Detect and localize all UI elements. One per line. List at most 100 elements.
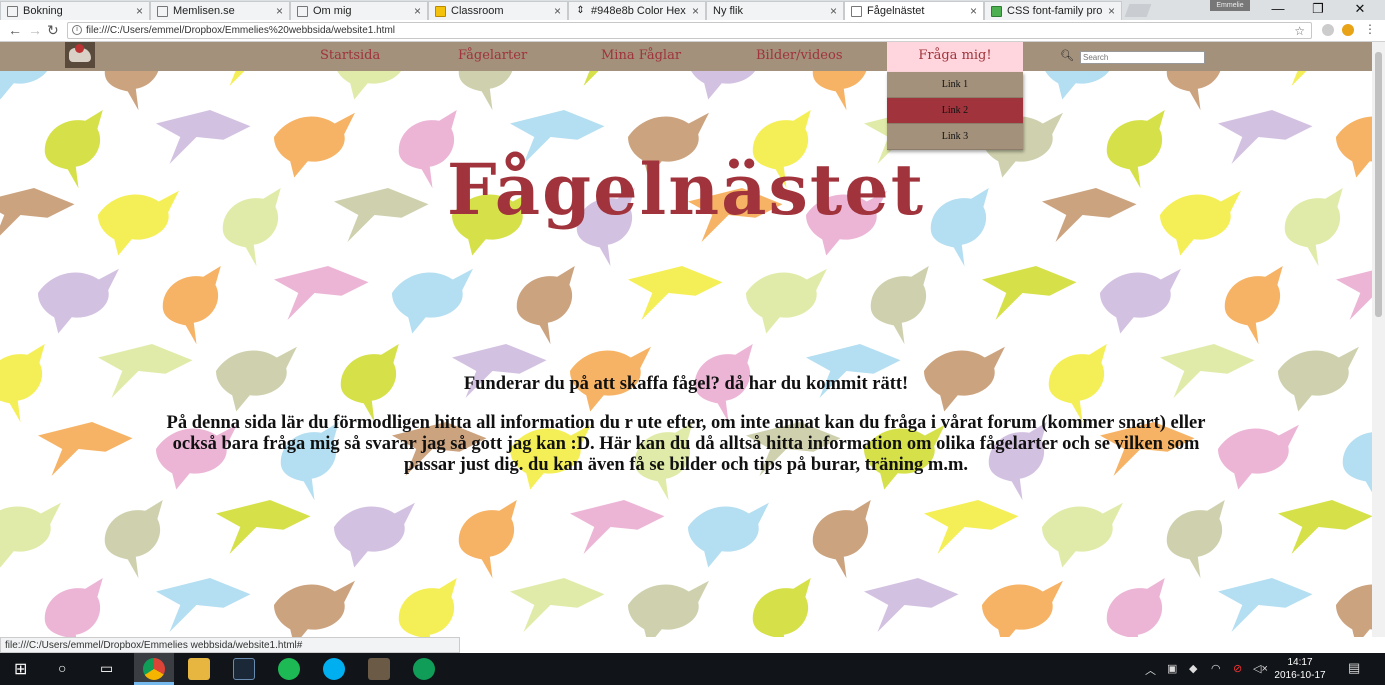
info-icon[interactable]: i [72, 25, 82, 35]
bird-silhouette [570, 500, 665, 554]
bird-silhouette [1278, 500, 1372, 555]
tab-title: Bokning [23, 5, 63, 17]
bird-pattern-background [0, 42, 1372, 637]
file-explorer-icon[interactable] [188, 658, 210, 680]
hangouts-icon[interactable] [413, 658, 435, 680]
tab-title: #948e8b Color Hex [591, 5, 686, 17]
nav-bilder-videos[interactable]: Bilder/videos [756, 48, 843, 63]
dropbox-icon[interactable]: ◆ [1189, 662, 1197, 675]
bird-silhouette [392, 268, 473, 334]
tab-color-hex[interactable]: ⇕ #948e8b Color Hex × [568, 1, 706, 20]
star-icon[interactable]: ☆ [1294, 24, 1305, 38]
back-arrow-icon[interactable]: ← [8, 22, 22, 38]
close-icon[interactable]: × [276, 4, 283, 18]
search-icon: 🔍︎ [1060, 50, 1074, 62]
dropdown-link-1[interactable]: Link 1 [887, 72, 1023, 98]
profile-button[interactable]: Emmelie [1210, 0, 1250, 11]
taskbar-clock[interactable]: 14:17 2016-10-17 [1270, 656, 1330, 682]
clock-date: 2016-10-17 [1274, 670, 1326, 681]
antivirus-icon[interactable]: ⊘ [1233, 662, 1242, 675]
close-icon[interactable]: × [1108, 4, 1115, 18]
page-icon [851, 6, 862, 17]
task-view-icon[interactable]: ▭ [100, 660, 113, 677]
bird-silhouette [1042, 502, 1123, 568]
page-title: Fågelnästet [446, 148, 926, 231]
tab-title: Memlisen.se [173, 5, 235, 17]
bird-silhouette [1336, 270, 1372, 321]
nav-fagelarter[interactable]: Fågelarter [458, 48, 527, 63]
bird-silhouette [1106, 578, 1165, 637]
close-icon[interactable]: × [554, 4, 561, 18]
spotify-icon[interactable] [278, 658, 300, 680]
tab-css-font-family[interactable]: CSS font-family pro × [984, 1, 1122, 20]
close-icon[interactable]: × [136, 4, 143, 18]
search-icon[interactable]: ○ [58, 660, 66, 676]
page-scrollbar[interactable] [1372, 42, 1385, 637]
bird-silhouette [516, 266, 575, 345]
dropdown-link-2[interactable]: Link 2 [887, 98, 1023, 124]
bird-silhouette [688, 502, 769, 568]
bird-silhouette [162, 266, 221, 345]
bird-silhouette [38, 268, 119, 334]
windows-start-icon[interactable]: ⊞ [14, 659, 27, 679]
bird-silhouette [1218, 578, 1313, 632]
tab-ny-flik[interactable]: Ny flik × [706, 1, 844, 20]
reload-icon[interactable]: ↻ [47, 22, 59, 39]
bird-silhouette [0, 344, 45, 423]
bird-silhouette [156, 578, 251, 632]
tab-bokning[interactable]: Bokning × [0, 1, 150, 20]
browser-toolbar: ← → ↻ i file:///C:/Users/emmel/Dropbox/E… [0, 20, 1385, 42]
url-bar[interactable]: i file:///C:/Users/emmel/Dropbox/Emmelie… [67, 22, 1312, 39]
app-icon[interactable] [368, 658, 390, 680]
site-logo[interactable] [65, 42, 95, 68]
close-icon[interactable]: × [970, 4, 977, 18]
bird-silhouette [752, 578, 811, 637]
search-input[interactable] [1080, 51, 1205, 64]
forward-arrow-icon[interactable]: → [28, 22, 42, 38]
close-icon[interactable]: × [830, 4, 837, 18]
bird-silhouette [274, 266, 369, 320]
w3schools-icon [991, 6, 1002, 17]
tab-fagelnastet[interactable]: Fågelnästet × [844, 1, 984, 20]
volume-icon[interactable]: ◁× [1253, 662, 1268, 675]
bird-silhouette [982, 266, 1077, 320]
bird-silhouette [628, 580, 710, 637]
chrome-icon[interactable] [143, 658, 165, 680]
bird-silhouette [1100, 268, 1181, 334]
skype-icon[interactable] [323, 658, 345, 680]
site-navbar: Startsida Fågelarter Mina Fåglar Bilder/… [0, 42, 1372, 72]
extension-icon[interactable] [1322, 24, 1334, 36]
color-hex-icon: ⇕ [576, 5, 585, 16]
wifi-icon[interactable]: ◠ [1211, 662, 1221, 675]
nav-startsida[interactable]: Startsida [320, 48, 380, 63]
dropdown-link-3[interactable]: Link 3 [887, 124, 1023, 150]
intro-text: Funderar du på att skaffa fågel? då har … [160, 374, 1212, 476]
tab-memlisen[interactable]: Memlisen.se × [150, 1, 290, 20]
bird-silhouette [1218, 424, 1299, 490]
bird-silhouette [104, 500, 163, 579]
nav-fraga-mig[interactable]: Fråga mig! [887, 42, 1023, 72]
close-window-icon[interactable]: ✕ [1340, 1, 1380, 17]
maximize-icon[interactable]: ❐ [1298, 1, 1338, 17]
nav-mina-faglar[interactable]: Mina Fåglar [601, 48, 681, 63]
menu-icon[interactable]: ⋮ [1364, 22, 1376, 36]
bird-silhouette [1342, 432, 1372, 493]
steam-icon[interactable] [233, 658, 255, 680]
minimize-icon[interactable]: — [1258, 1, 1298, 16]
new-tab-button[interactable] [1124, 4, 1152, 17]
bird-silhouette [924, 500, 1019, 554]
onedrive-icon[interactable]: ▣ [1167, 662, 1177, 675]
bird-silhouette [864, 578, 959, 632]
chevron-up-icon[interactable]: ︿ [1145, 662, 1156, 678]
page-icon [7, 6, 18, 17]
tab-classroom[interactable]: Classroom × [428, 1, 568, 20]
close-icon[interactable]: × [692, 4, 699, 18]
extension-icon[interactable] [1342, 24, 1354, 36]
web-page: Startsida Fågelarter Mina Fåglar Bilder/… [0, 42, 1372, 637]
scrollbar-thumb[interactable] [1375, 52, 1382, 317]
tab-om-mig[interactable]: Om mig × [290, 1, 428, 20]
notifications-icon[interactable]: ▤ [1348, 660, 1360, 676]
close-icon[interactable]: × [414, 4, 421, 18]
classroom-icon [435, 6, 446, 17]
bird-silhouette [398, 578, 457, 637]
